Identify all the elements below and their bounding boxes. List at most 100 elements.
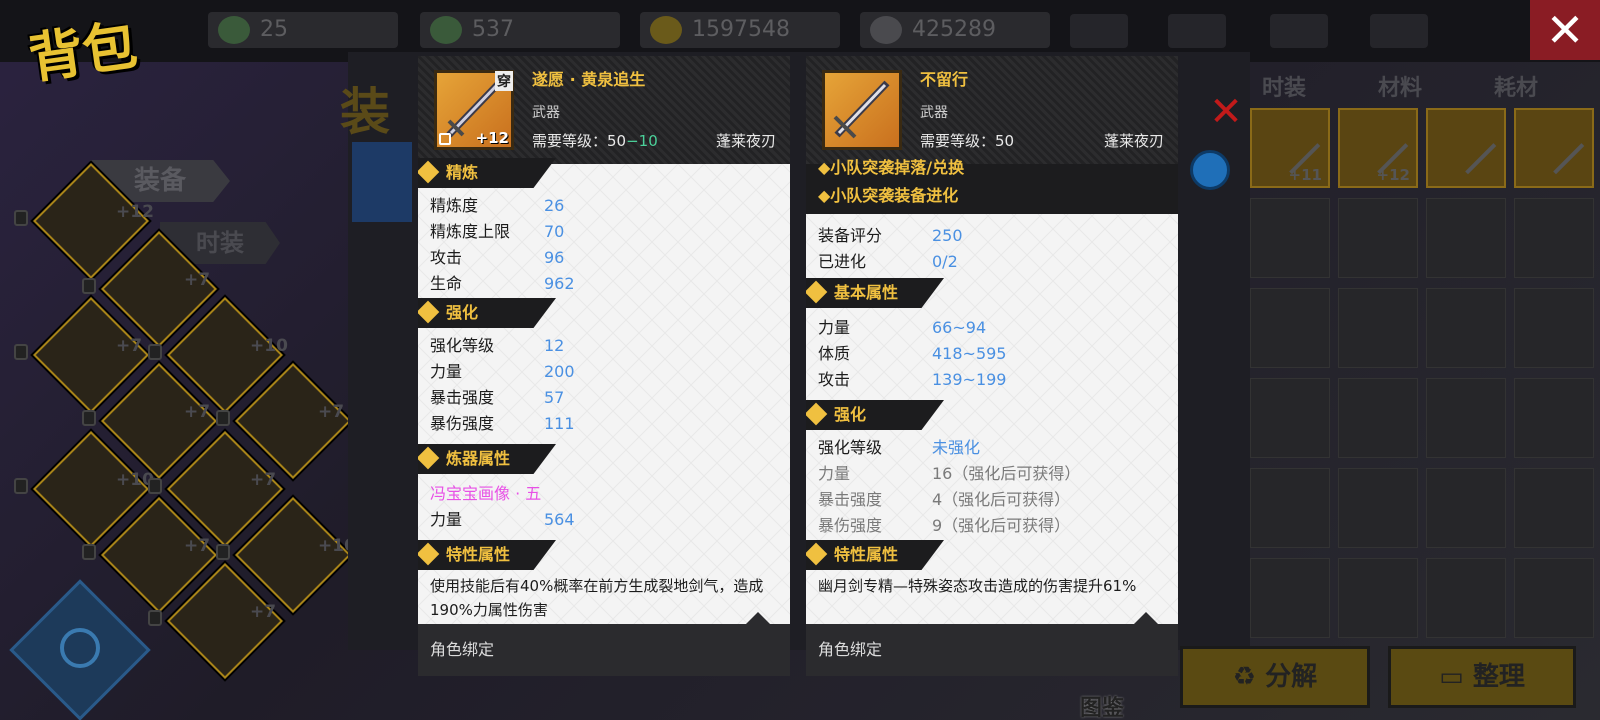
currency-ticket-bundle[interactable]: 537 xyxy=(420,12,620,48)
item-plus: +7 xyxy=(184,270,211,290)
stat-row: 已进化 0/2 xyxy=(818,252,958,271)
source-banner: ◆小队突袭掉落/兑换 ◆小队突袭装备进化 xyxy=(806,158,1178,214)
decompose-button[interactable]: ♻ 分解 xyxy=(1180,646,1370,708)
organize-label: 整理 xyxy=(1472,662,1525,692)
inventory-cell[interactable]: +11 xyxy=(1250,108,1330,188)
lock-icon xyxy=(14,344,28,360)
inventory-cell[interactable] xyxy=(1338,558,1418,638)
footer-notch xyxy=(1134,612,1158,624)
tooltip-body: 精炼 精炼度 26 精炼度上限 70 攻击 96 生命 962 强化 强化等级 12 力量… xyxy=(418,158,790,624)
currency-value: 425289 xyxy=(912,17,996,42)
currency-gold[interactable]: 1597548 xyxy=(640,12,840,48)
inventory-cell[interactable] xyxy=(1250,198,1330,278)
footer-notch xyxy=(746,612,770,624)
close-icon[interactable]: ✕ xyxy=(1530,0,1600,60)
item-type: 武器 xyxy=(920,105,948,121)
atlas-label[interactable]: 图鉴 xyxy=(1080,690,1124,720)
item-type: 武器 xyxy=(532,105,560,121)
inventory-cell[interactable] xyxy=(1514,468,1594,548)
item-plus: +11 xyxy=(1288,166,1322,184)
inventory-cell[interactable]: +12 xyxy=(1338,108,1418,188)
stat-row: 暴伤强度 9（强化后可获得） xyxy=(818,516,1071,535)
currency-ticket[interactable]: 25 xyxy=(208,12,398,48)
stat-row: 暴击强度 4（强化后可获得） xyxy=(818,490,1071,509)
organize-button[interactable]: ▭ 整理 xyxy=(1388,646,1576,708)
equipped-badge: 穿 xyxy=(495,71,513,91)
forge-name: 冯宝宝画像 · 五 xyxy=(430,484,542,503)
category-tab-active[interactable] xyxy=(352,142,412,222)
inventory-cell[interactable] xyxy=(1514,198,1594,278)
inventory-cell[interactable] xyxy=(1514,378,1594,458)
item-icon xyxy=(822,70,902,150)
inventory-cell[interactable] xyxy=(1426,108,1506,188)
backpack-screen: 25 537 1597548 425289 背包 ✕ 装备 时装 +12 +7 +7… xyxy=(0,0,1600,720)
lock-icon xyxy=(148,344,162,360)
lock-icon xyxy=(148,610,162,626)
lock-icon xyxy=(439,133,451,145)
stat-row: 精炼度上限 70 xyxy=(430,222,565,241)
stat-row: 力量 564 xyxy=(430,510,575,529)
inventory-cell[interactable] xyxy=(1426,468,1506,548)
currency-value: 1597548 xyxy=(692,17,790,42)
currency-silver[interactable]: 425289 xyxy=(860,12,1050,48)
lock-icon xyxy=(82,410,96,426)
menu-slot xyxy=(1270,14,1328,48)
item-plus: +7 xyxy=(184,402,211,422)
item-plus: +7 xyxy=(250,470,277,490)
tab-consumables[interactable]: 耗材 xyxy=(1494,70,1538,102)
required-level: 需要等级：50 xyxy=(920,132,1015,150)
stat-row: 力量 16（强化后可获得） xyxy=(818,464,1081,483)
tab-materials[interactable]: 材料 xyxy=(1378,70,1422,102)
inventory-cell[interactable] xyxy=(1426,558,1506,638)
item-plus: +12 xyxy=(475,129,509,147)
ticket-bundle-icon xyxy=(430,16,462,44)
list-menu-icon[interactable] xyxy=(1070,14,1128,48)
trait-description: 使用技能后有40%概率在前方生成裂地剑气，造成190%力属性伤害 xyxy=(430,577,764,619)
sword-icon xyxy=(833,80,890,139)
bind-status: 角色绑定 xyxy=(806,624,1178,676)
item-plus: +7 xyxy=(250,602,277,622)
item-name: 遂愿 · 黄泉追生 xyxy=(532,70,646,89)
section-refine: 精炼 xyxy=(418,158,556,188)
item-class: 蓬莱夜刃 xyxy=(1103,132,1164,150)
panel-title: 装 xyxy=(340,83,390,141)
item-name: 不留行 xyxy=(920,70,969,89)
trait-description: 幽月剑专精—特殊姿态攻击造成的伤害提升61% xyxy=(818,577,1137,595)
stat-row: 攻击 96 xyxy=(430,248,565,267)
decompose-label: 分解 xyxy=(1265,662,1318,692)
stat-row: 体质 418~595 xyxy=(818,344,1007,363)
tooltip-body: ◆小队突袭掉落/兑换 ◆小队突袭装备进化 装备评分 250 已进化 0/2 基本属性… xyxy=(806,158,1178,624)
inventory-cell[interactable] xyxy=(1338,378,1418,458)
inventory-cell[interactable] xyxy=(1338,468,1418,548)
stat-row: 暴击强度 57 xyxy=(430,388,565,407)
inventory-cell[interactable] xyxy=(1514,108,1594,188)
inventory-cell[interactable] xyxy=(1426,198,1506,278)
dropdown-arrow-icon[interactable] xyxy=(1190,150,1230,190)
inventory-cell[interactable] xyxy=(1514,558,1594,638)
inventory-cell[interactable] xyxy=(1250,558,1330,638)
tab-fashion-right[interactable]: 时装 xyxy=(1262,70,1306,102)
inventory-cell[interactable] xyxy=(1250,468,1330,548)
inventory-cell[interactable] xyxy=(1426,288,1506,368)
inventory-cell[interactable] xyxy=(1250,288,1330,368)
item-plus: +10 xyxy=(250,336,288,356)
panel-close-icon[interactable]: ✕ xyxy=(1204,92,1248,132)
lock-icon xyxy=(82,544,96,560)
inventory-cell[interactable] xyxy=(1426,378,1506,458)
currency-value: 25 xyxy=(260,17,288,42)
lock-icon xyxy=(216,410,230,426)
inventory-cell[interactable] xyxy=(1514,288,1594,368)
item-tooltip-selected: 不留行 武器 需要等级：50 蓬莱夜刃 ◆小队突袭掉落/兑换 ◆小队突袭装备进化… xyxy=(806,56,1178,676)
bind-status: 角色绑定 xyxy=(418,624,790,676)
stat-row: 精炼度 26 xyxy=(430,196,565,215)
inventory-cell[interactable] xyxy=(1338,288,1418,368)
section-forge: 炼器属性 xyxy=(418,444,556,474)
section-enhance: 强化 xyxy=(806,400,944,430)
stat-row: 装备评分 250 xyxy=(818,226,963,245)
item-icon: 穿 +12 xyxy=(434,70,514,150)
inventory-cell[interactable] xyxy=(1250,378,1330,458)
recycle-icon: ♻ xyxy=(1232,662,1257,692)
inventory-cell[interactable] xyxy=(1338,198,1418,278)
item-plus: +7 xyxy=(318,402,345,422)
section-trait: 特性属性 xyxy=(418,540,556,570)
